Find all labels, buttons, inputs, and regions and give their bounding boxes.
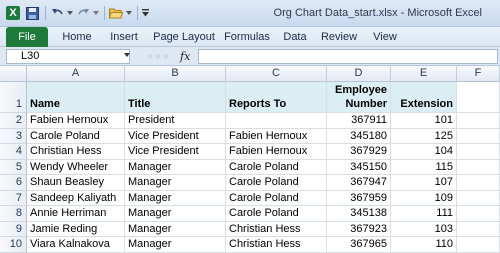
cell-extension[interactable]: 104 [391, 144, 457, 160]
tab-review[interactable]: Review [318, 29, 360, 46]
cell-extension[interactable]: 115 [391, 159, 457, 175]
name-box-dropdown-icon[interactable] [124, 53, 130, 57]
header-cell-employee-number[interactable]: Employee Number [327, 82, 391, 113]
cell-extension[interactable]: 125 [391, 128, 457, 144]
name-box[interactable]: L30 [6, 49, 130, 64]
cell-extension[interactable]: 109 [391, 190, 457, 206]
row-header[interactable]: 4 [0, 144, 27, 160]
column-header-d[interactable]: D [327, 66, 391, 82]
row-header[interactable]: 5 [0, 159, 27, 175]
cell-extension[interactable]: 101 [391, 113, 457, 129]
cell-name[interactable]: Sandeep Kaliyath [27, 190, 125, 206]
cell-employee-number[interactable]: 367929 [327, 144, 391, 160]
cell-name[interactable]: Christian Hess [27, 144, 125, 160]
cell-reports-to[interactable]: Fabien Hernoux [226, 144, 327, 160]
spreadsheet-grid: A B C D E F 1 Name Title Reports To Empl… [0, 66, 500, 253]
cell-reports-to[interactable]: Carole Poland [226, 206, 327, 222]
cell-name[interactable]: Jamie Reding [27, 221, 125, 237]
cell-employee-number[interactable]: 367959 [327, 190, 391, 206]
header-cell-title[interactable]: Title [125, 82, 226, 113]
cell-reports-to[interactable]: Carole Poland [226, 175, 327, 191]
cell-title[interactable]: President [125, 113, 226, 129]
ribbon-tabs: File Home Insert Page Layout Formulas Da… [0, 27, 500, 47]
row-header[interactable]: 7 [0, 190, 27, 206]
cell-reports-to[interactable]: Carole Poland [226, 159, 327, 175]
empty-cell[interactable] [457, 159, 500, 175]
cell-reports-to[interactable]: Christian Hess [226, 237, 327, 253]
cell-title[interactable]: Manager [125, 159, 226, 175]
empty-cell[interactable] [457, 237, 500, 253]
empty-cell[interactable] [457, 144, 500, 160]
cell-extension[interactable]: 107 [391, 175, 457, 191]
empty-cell[interactable] [457, 190, 500, 206]
row-header[interactable]: 1 [0, 82, 27, 113]
cell-title[interactable]: Manager [125, 221, 226, 237]
empty-cell[interactable] [457, 221, 500, 237]
cell-reports-to[interactable]: Fabien Hernoux [226, 128, 327, 144]
tab-formulas[interactable]: Formulas [222, 29, 272, 46]
cell-name[interactable]: Wendy Wheeler [27, 159, 125, 175]
cell-extension[interactable]: 103 [391, 221, 457, 237]
cell-name[interactable]: Shaun Beasley [27, 175, 125, 191]
empty-cell[interactable] [457, 175, 500, 191]
row-header[interactable]: 6 [0, 175, 27, 191]
tab-view[interactable]: View [368, 29, 402, 46]
formula-input[interactable] [198, 49, 498, 64]
column-header-e[interactable]: E [391, 66, 457, 82]
header-cell-extension[interactable]: Extension [391, 82, 457, 113]
formula-bar: L30 fx [0, 47, 500, 66]
cell-employee-number[interactable]: 367923 [327, 221, 391, 237]
tab-page-layout[interactable]: Page Layout [152, 29, 216, 46]
cell-employee-number[interactable]: 345180 [327, 128, 391, 144]
empty-cell[interactable] [457, 128, 500, 144]
cell-employee-number[interactable]: 367911 [327, 113, 391, 129]
cell-name[interactable]: Annie Herriman [27, 206, 125, 222]
select-all-corner[interactable] [0, 66, 27, 82]
employee-header-line-2: Number [345, 98, 387, 110]
header-cell-name[interactable]: Name [27, 82, 125, 113]
cell-title[interactable]: Manager [125, 175, 226, 191]
window-title: Org Chart Data_start.xlsx - Microsoft Ex… [273, 7, 482, 19]
insert-function-icon[interactable]: fx [180, 50, 190, 63]
column-header-c[interactable]: C [226, 66, 327, 82]
tab-file[interactable]: File [6, 27, 48, 47]
cell-title[interactable]: Manager [125, 206, 226, 222]
cell-employee-number[interactable]: 345138 [327, 206, 391, 222]
row-header[interactable]: 10 [0, 237, 27, 253]
cell-title[interactable]: Manager [125, 190, 226, 206]
empty-cell[interactable] [457, 113, 500, 129]
cell-title[interactable]: Vice President [125, 128, 226, 144]
cell-name[interactable]: Carole Poland [27, 128, 125, 144]
cell-extension[interactable]: 110 [391, 237, 457, 253]
cell-employee-number[interactable]: 367947 [327, 175, 391, 191]
cell-name[interactable]: Viara Kalnakova [27, 237, 125, 253]
tab-home[interactable]: Home [58, 29, 96, 46]
empty-cell[interactable] [457, 206, 500, 222]
column-header-b[interactable]: B [125, 66, 226, 82]
row-header[interactable]: 8 [0, 206, 27, 222]
cell-reports-to[interactable] [226, 113, 327, 129]
cell-reports-to[interactable]: Christian Hess [226, 221, 327, 237]
empty-cell[interactable] [457, 82, 500, 113]
title-bar: X Org Chart Data_start.xlsx - Microsoft … [0, 0, 500, 27]
cell-title[interactable]: Manager [125, 237, 226, 253]
tab-data[interactable]: Data [280, 29, 310, 46]
cell-employee-number[interactable]: 367965 [327, 237, 391, 253]
row-header[interactable]: 9 [0, 221, 27, 237]
employee-header-line-1: Employee [335, 84, 387, 96]
row-header[interactable]: 2 [0, 113, 27, 129]
header-cell-reports-to[interactable]: Reports To [226, 82, 327, 113]
cell-extension[interactable]: 111 [391, 206, 457, 222]
cell-title[interactable]: Vice President [125, 144, 226, 160]
cell-name[interactable]: Fabien Hernoux [27, 113, 125, 129]
column-header-f[interactable]: F [457, 66, 500, 82]
cell-employee-number[interactable]: 345150 [327, 159, 391, 175]
column-header-a[interactable]: A [27, 66, 125, 82]
tab-insert[interactable]: Insert [104, 29, 144, 46]
cell-reports-to[interactable]: Carole Poland [226, 190, 327, 206]
row-header[interactable]: 3 [0, 128, 27, 144]
